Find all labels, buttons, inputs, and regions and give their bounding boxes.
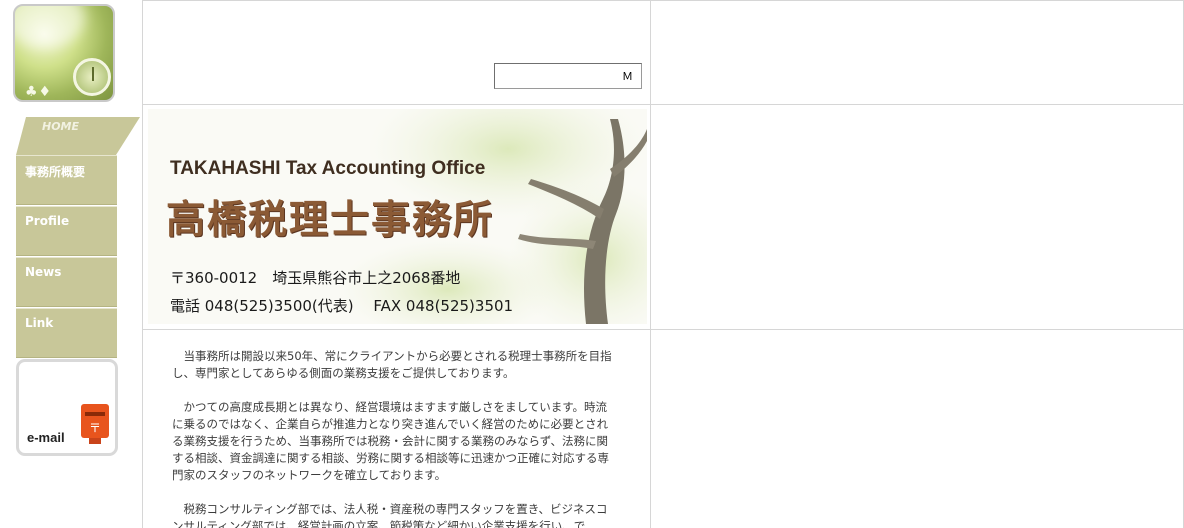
postbox-icon: 〒	[81, 404, 109, 444]
nav-item-office-overview[interactable]: 事務所概要	[16, 155, 117, 205]
banner-right-cell	[650, 104, 1184, 330]
nav-item-label: News	[25, 265, 62, 279]
banner-title-japanese: 高橋税理士事務所	[166, 198, 495, 243]
nav-item-link[interactable]: Link	[16, 308, 117, 358]
nav-item-news[interactable]: News	[16, 257, 117, 307]
nav-item-profile[interactable]: Profile	[16, 206, 117, 256]
intro-paragraph: かつての高度成長期とは異なり、経営環境はますます厳しさをましています。時流に乗る…	[172, 400, 609, 482]
card-suits-icon: ♣♦	[25, 84, 53, 100]
header-left-cell	[142, 0, 651, 105]
nav-item-label: Link	[25, 316, 54, 330]
intro-paragraph: 税務コンサルティング部では、法人税・資産税の専門スタッフを置き、ビジネスコンサル…	[172, 502, 608, 528]
content-right-cell	[650, 329, 1184, 528]
pocket-watch-icon	[73, 58, 111, 96]
search-input[interactable]	[494, 63, 642, 89]
nav-home-label: HOME	[42, 120, 80, 133]
page: ♣♦ HOME 事務所概要 Profile News Link e-mail 〒	[0, 0, 1184, 528]
intro-text: 当事務所は開設以来50年、常にクライアントから必要とされる税理士事務所を目指し、…	[172, 348, 616, 528]
email-button[interactable]: e-mail 〒	[16, 359, 118, 456]
office-banner: TAKAHASHI Tax Accounting Office 高橋税理士事務所…	[148, 109, 647, 324]
svg-text:〒: 〒	[89, 421, 101, 435]
header-right-cell	[650, 0, 1184, 105]
logo-glare	[15, 6, 85, 48]
intro-paragraph: 当事務所は開設以来50年、常にクライアントから必要とされる税理士事務所を目指し、…	[172, 349, 612, 380]
banner-phone-fax: 電話 048(525)3500(代表) FAX 048(525)3501	[170, 297, 514, 315]
banner-title-english: TAKAHASHI Tax Accounting Office	[170, 158, 486, 179]
nav-item-label: 事務所概要	[25, 165, 86, 179]
email-label: e-mail	[27, 430, 65, 445]
nav-item-label: Profile	[25, 214, 70, 228]
logo-image[interactable]: ♣♦	[13, 4, 115, 102]
banner-address: 〒360-0012 埼玉県熊谷市上之2068番地	[170, 269, 461, 287]
nav-home-button[interactable]: HOME	[16, 117, 140, 155]
